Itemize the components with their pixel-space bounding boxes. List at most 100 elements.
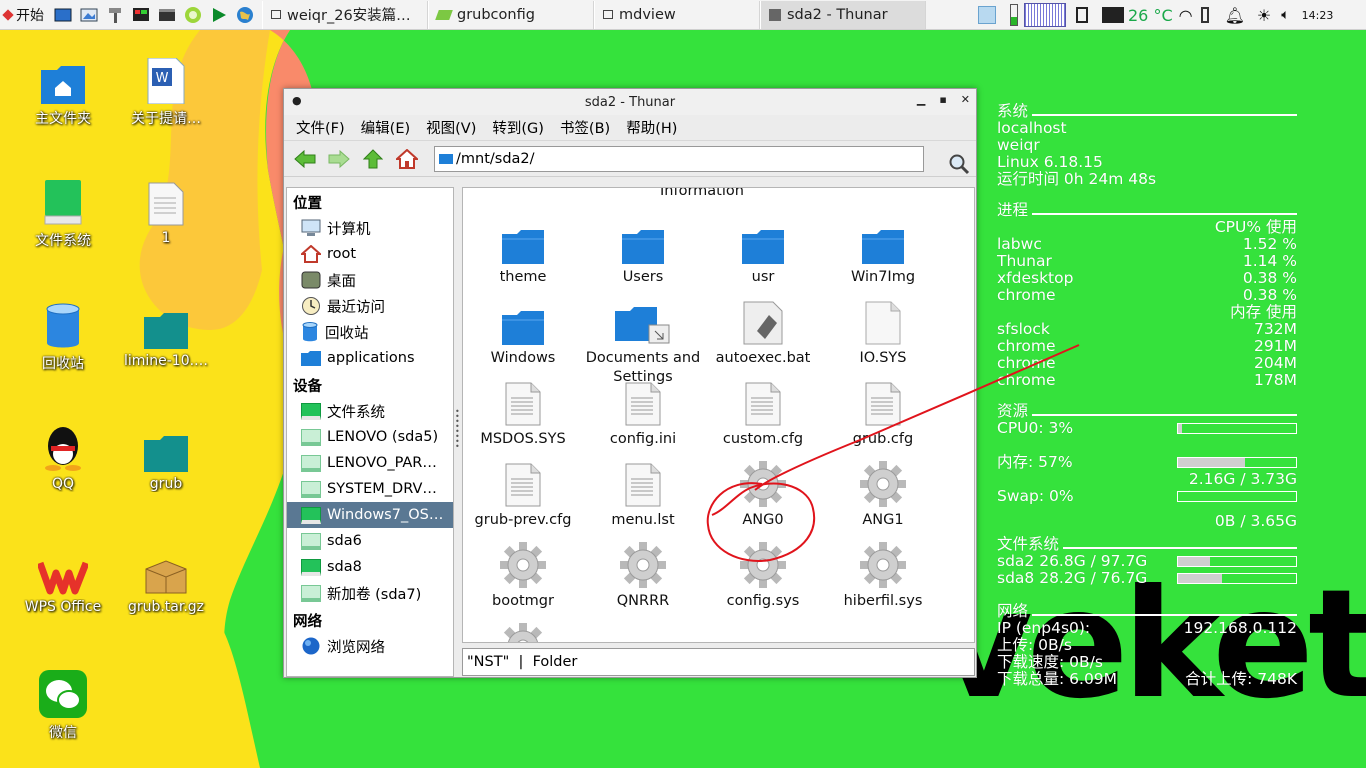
desktop-icon-doc[interactable]: W 关于提请… bbox=[116, 46, 216, 128]
tools-icon[interactable] bbox=[104, 4, 126, 26]
desktop-icon-grub[interactable]: grub bbox=[116, 414, 216, 492]
media-player-icon[interactable] bbox=[208, 4, 230, 26]
file-item[interactable]: Windows bbox=[463, 295, 583, 368]
file-name: theme bbox=[499, 269, 547, 285]
file-item[interactable]: theme bbox=[463, 214, 583, 287]
file-item[interactable]: autoexec.bat bbox=[703, 295, 823, 368]
file-item[interactable]: ANG1 bbox=[823, 457, 943, 530]
maximize-icon[interactable]: ▪ bbox=[939, 93, 946, 106]
sidebar-item-computer[interactable]: 计算机 bbox=[287, 215, 453, 241]
sidebar-item-sda5[interactable]: LENOVO (sda5) bbox=[287, 424, 453, 450]
partial-file-item[interactable] bbox=[463, 619, 583, 642]
home-icon bbox=[301, 245, 321, 263]
sidebar-item-sda8[interactable]: sda8 bbox=[287, 554, 453, 580]
file-item[interactable]: Users bbox=[583, 214, 703, 287]
file-item[interactable]: Win7Img bbox=[823, 214, 943, 287]
minimize-icon[interactable]: ▁ bbox=[917, 93, 925, 106]
file-item[interactable]: usr bbox=[703, 214, 823, 287]
brightness-icon[interactable]: ☀︎ bbox=[1257, 6, 1271, 25]
menu-edit[interactable]: 编辑(E) bbox=[353, 117, 418, 138]
location-path: /mnt/sda2/ bbox=[456, 150, 535, 167]
clipboard-icon[interactable] bbox=[1076, 7, 1088, 23]
folder-icon bbox=[301, 351, 321, 366]
file-item[interactable]: config.ini bbox=[583, 376, 703, 449]
cpu-process-row: chrome 0.38 % bbox=[997, 286, 1297, 304]
task-mdview[interactable]: mdview bbox=[594, 0, 760, 29]
file-item[interactable]: grub-prev.cfg bbox=[463, 457, 583, 530]
menu-file[interactable]: 文件(F) bbox=[288, 117, 353, 138]
close-icon[interactable]: ✕ bbox=[961, 93, 970, 106]
network-manager-icon[interactable] bbox=[978, 6, 996, 24]
file-item[interactable]: menu.lst bbox=[583, 457, 703, 530]
sidebar-item-applications[interactable]: applications bbox=[287, 345, 453, 371]
fs-row: sda8 28.2G / 76.7G bbox=[997, 570, 1297, 587]
location-bar[interactable]: /mnt/sda2/ bbox=[434, 145, 924, 172]
title-bar[interactable]: ● sda2 - Thunar ▁ ▪ ✕ bbox=[284, 89, 976, 115]
sidebar-item-filesystem[interactable]: 文件系统 bbox=[287, 398, 453, 424]
desktop-icon-grub-tar[interactable]: grub.tar.gz bbox=[116, 537, 216, 615]
file-item[interactable]: Documents and Settings bbox=[583, 295, 703, 387]
file-item[interactable]: ANG0 bbox=[703, 457, 823, 530]
desktop-icon-wps[interactable]: WPS Office bbox=[13, 537, 113, 615]
sidebar-item-sda6[interactable]: sda6 bbox=[287, 528, 453, 554]
back-button[interactable] bbox=[288, 144, 322, 174]
menu-bookmarks[interactable]: 书签(B) bbox=[552, 117, 618, 138]
sidebar-item-system-drv[interactable]: SYSTEM_DRV… bbox=[287, 476, 453, 502]
up-button[interactable] bbox=[356, 144, 390, 174]
file-item[interactable]: bootmgr bbox=[463, 538, 583, 611]
sidebar-item-browse-network[interactable]: 浏览网络 bbox=[287, 633, 453, 659]
pane-resize-handle[interactable]: • • • • • • • • bbox=[455, 408, 460, 451]
wifi-icon[interactable]: ◠ bbox=[1179, 6, 1193, 25]
sidebar-item-sda7[interactable]: 新加卷 (sda7) bbox=[287, 580, 453, 606]
clock[interactable]: 14:23 bbox=[1302, 9, 1334, 22]
desktop-icon-filesystem[interactable]: 文件系统 bbox=[13, 168, 113, 250]
notification-bell-icon[interactable]: 🔔︎ bbox=[1225, 6, 1245, 25]
menu-view[interactable]: 视图(V) bbox=[418, 117, 484, 138]
word-document-icon: W bbox=[116, 46, 216, 104]
file-item[interactable]: grub.cfg bbox=[823, 376, 943, 449]
file-item[interactable]: QNRRR bbox=[583, 538, 703, 611]
file-item[interactable]: config.sys bbox=[703, 538, 823, 611]
home-button[interactable] bbox=[390, 144, 424, 174]
terminal-icon[interactable] bbox=[156, 4, 178, 26]
desktop-icon-limine[interactable]: limine-10.… bbox=[116, 291, 216, 369]
sidebar-item-trash[interactable]: 回收站 bbox=[287, 319, 453, 345]
sidebar-item-desktop[interactable]: 桌面 bbox=[287, 267, 453, 293]
image-viewer-icon[interactable] bbox=[78, 4, 100, 26]
browser-icon[interactable] bbox=[182, 4, 204, 26]
cpu-graph-icon[interactable] bbox=[1024, 3, 1066, 27]
file-item[interactable]: IO.SYS bbox=[823, 295, 943, 368]
file-view: Information theme Users usr Win7Img Windows D… bbox=[462, 187, 975, 643]
sidebar-item-windows7[interactable]: Windows7_OS… bbox=[287, 502, 453, 528]
desktop-icon-qq[interactable]: QQ bbox=[13, 414, 113, 492]
task-weiqr[interactable]: weiqr_26安装篇… bbox=[262, 0, 428, 29]
search-button[interactable] bbox=[948, 153, 970, 179]
sidebar-item-recent[interactable]: 最近访问 bbox=[287, 293, 453, 319]
start-button[interactable]: 开始 bbox=[0, 0, 50, 30]
volume-meter-icon[interactable] bbox=[1010, 4, 1018, 26]
file-item[interactable]: MSDOS.SYS bbox=[463, 376, 583, 449]
globe-icon[interactable] bbox=[234, 4, 256, 26]
menu-go[interactable]: 转到(G) bbox=[484, 117, 552, 138]
desktop-icon-trash[interactable]: 回收站 bbox=[13, 291, 113, 373]
text-file-icon bbox=[463, 457, 583, 507]
file-item[interactable]: custom.cfg bbox=[703, 376, 823, 449]
sidebar-item-lenovo-par[interactable]: LENOVO_PAR… bbox=[287, 450, 453, 476]
window-menu-icon[interactable]: ● bbox=[292, 94, 302, 107]
volume-icon[interactable]: 🔈︎ bbox=[1281, 7, 1289, 23]
keyboard-icon[interactable] bbox=[1102, 7, 1124, 23]
show-desktop-icon[interactable] bbox=[52, 4, 74, 26]
desktop-icon-wechat[interactable]: 微信 bbox=[13, 660, 113, 742]
battery-icon[interactable] bbox=[1200, 7, 1209, 23]
sidebar-item-root[interactable]: root bbox=[287, 241, 453, 267]
menu-help[interactable]: 帮助(H) bbox=[618, 117, 685, 138]
file-item[interactable]: hiberfil.sys bbox=[823, 538, 943, 611]
task-grubconfig[interactable]: grubconfig bbox=[428, 0, 594, 29]
desktop-icon-file-1[interactable]: 1 bbox=[116, 168, 216, 246]
memory-usage-bar bbox=[1177, 457, 1297, 468]
task-thunar[interactable]: sda2 - Thunar bbox=[760, 0, 926, 29]
desktop-icon-home[interactable]: 主文件夹 bbox=[13, 46, 113, 128]
forward-button[interactable] bbox=[322, 144, 356, 174]
temperature-label: 26 °C bbox=[1128, 5, 1173, 25]
monitor-icon[interactable] bbox=[130, 4, 152, 26]
